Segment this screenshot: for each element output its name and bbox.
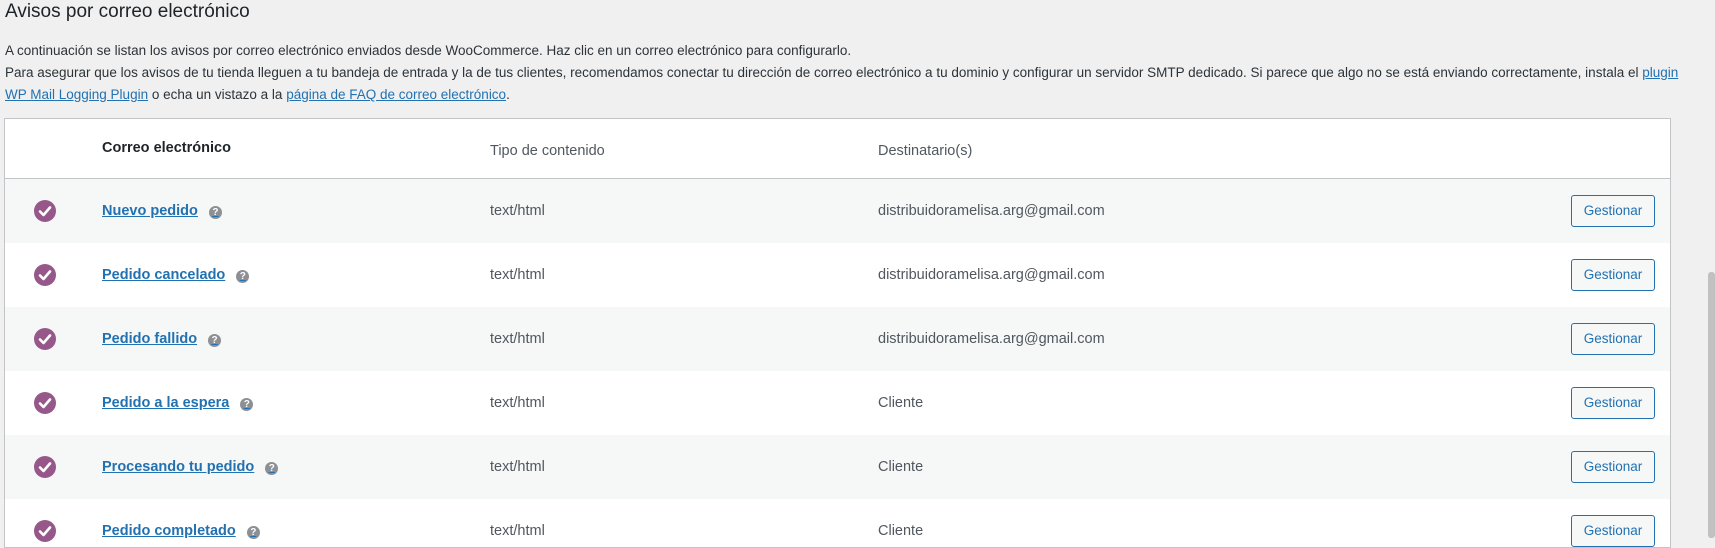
manage-button[interactable]: Gestionar: [1571, 323, 1655, 355]
manage-button[interactable]: Gestionar: [1571, 515, 1655, 547]
email-name-link[interactable]: Pedido a la espera?: [102, 394, 254, 412]
manage-button[interactable]: Gestionar: [1571, 259, 1655, 291]
email-name: Pedido cancelado: [102, 267, 226, 283]
content-type: text/html: [490, 331, 545, 347]
content-type: text/html: [490, 395, 545, 411]
enabled-check-icon: [34, 520, 56, 542]
intro-text: A continuación se listan los avisos por …: [5, 40, 1685, 106]
intro-line-2-before: Para asegurar que los avisos de tu tiend…: [5, 65, 1643, 80]
enabled-check-icon: [34, 328, 56, 350]
enabled-check-icon: [34, 456, 56, 478]
content-type: text/html: [490, 203, 545, 219]
recipient: distribuidoramelisa.arg@gmail.com: [878, 203, 1105, 219]
content-type: text/html: [490, 523, 545, 539]
recipient: Cliente: [878, 523, 924, 539]
email-name: Procesando tu pedido: [102, 459, 255, 475]
intro-line-2-middle: o echa un vistazo a la: [148, 87, 287, 102]
email-faq-link[interactable]: página de FAQ de correo electrónico: [286, 87, 506, 102]
column-header-recipients: Destinatario(s): [878, 143, 973, 159]
help-icon[interactable]: ?: [265, 461, 279, 475]
help-icon[interactable]: ?: [208, 205, 222, 219]
content-type: text/html: [490, 459, 545, 475]
help-icon[interactable]: ?: [240, 397, 254, 411]
table-row: Pedido a la espera? text/html Cliente Ge…: [5, 371, 1670, 435]
email-name: Pedido a la espera: [102, 395, 230, 411]
table-row: Procesando tu pedido? text/html Cliente …: [5, 435, 1670, 499]
table-row: Pedido completado? text/html Cliente Ges…: [5, 499, 1670, 547]
email-name: Pedido completado: [102, 523, 236, 539]
intro-line-1: A continuación se listan los avisos por …: [5, 43, 852, 58]
email-name: Nuevo pedido: [102, 203, 198, 219]
recipient: Cliente: [878, 459, 924, 475]
intro-line-2-after: .: [506, 87, 510, 102]
page-title: Avisos por correo electrónico: [5, 1, 250, 22]
column-header-email: Correo electrónico: [102, 140, 231, 156]
column-header-content-type: Tipo de contenido: [490, 143, 605, 159]
manage-button[interactable]: Gestionar: [1571, 387, 1655, 419]
recipient: Cliente: [878, 395, 924, 411]
email-name-link[interactable]: Pedido cancelado?: [102, 266, 250, 284]
email-name-link[interactable]: Procesando tu pedido?: [102, 458, 279, 476]
table-row: Pedido cancelado? text/html distribuidor…: [5, 243, 1670, 307]
email-name: Pedido fallido: [102, 331, 198, 347]
help-icon[interactable]: ?: [208, 333, 222, 347]
page-scrollbar[interactable]: [1708, 272, 1715, 538]
enabled-check-icon: [34, 200, 56, 222]
manage-button[interactable]: Gestionar: [1571, 451, 1655, 483]
enabled-check-icon: [34, 392, 56, 414]
manage-button[interactable]: Gestionar: [1571, 195, 1655, 227]
table-header: Correo electrónico Tipo de contenido Des…: [5, 119, 1670, 179]
table-body: Nuevo pedido? text/html distribuidoramel…: [5, 179, 1670, 547]
email-notifications-table: Correo electrónico Tipo de contenido Des…: [4, 118, 1671, 548]
email-name-link[interactable]: Pedido fallido?: [102, 330, 222, 348]
help-icon[interactable]: ?: [246, 525, 260, 539]
table-row: Nuevo pedido? text/html distribuidoramel…: [5, 179, 1670, 243]
email-name-link[interactable]: Pedido completado?: [102, 522, 260, 540]
help-icon[interactable]: ?: [236, 269, 250, 283]
enabled-check-icon: [34, 264, 56, 286]
recipient: distribuidoramelisa.arg@gmail.com: [878, 331, 1105, 347]
content-type: text/html: [490, 267, 545, 283]
table-row: Pedido fallido? text/html distribuidoram…: [5, 307, 1670, 371]
intro-line-2: Para asegurar que los avisos de tu tiend…: [5, 62, 1685, 106]
recipient: distribuidoramelisa.arg@gmail.com: [878, 267, 1105, 283]
email-name-link[interactable]: Nuevo pedido?: [102, 202, 222, 220]
